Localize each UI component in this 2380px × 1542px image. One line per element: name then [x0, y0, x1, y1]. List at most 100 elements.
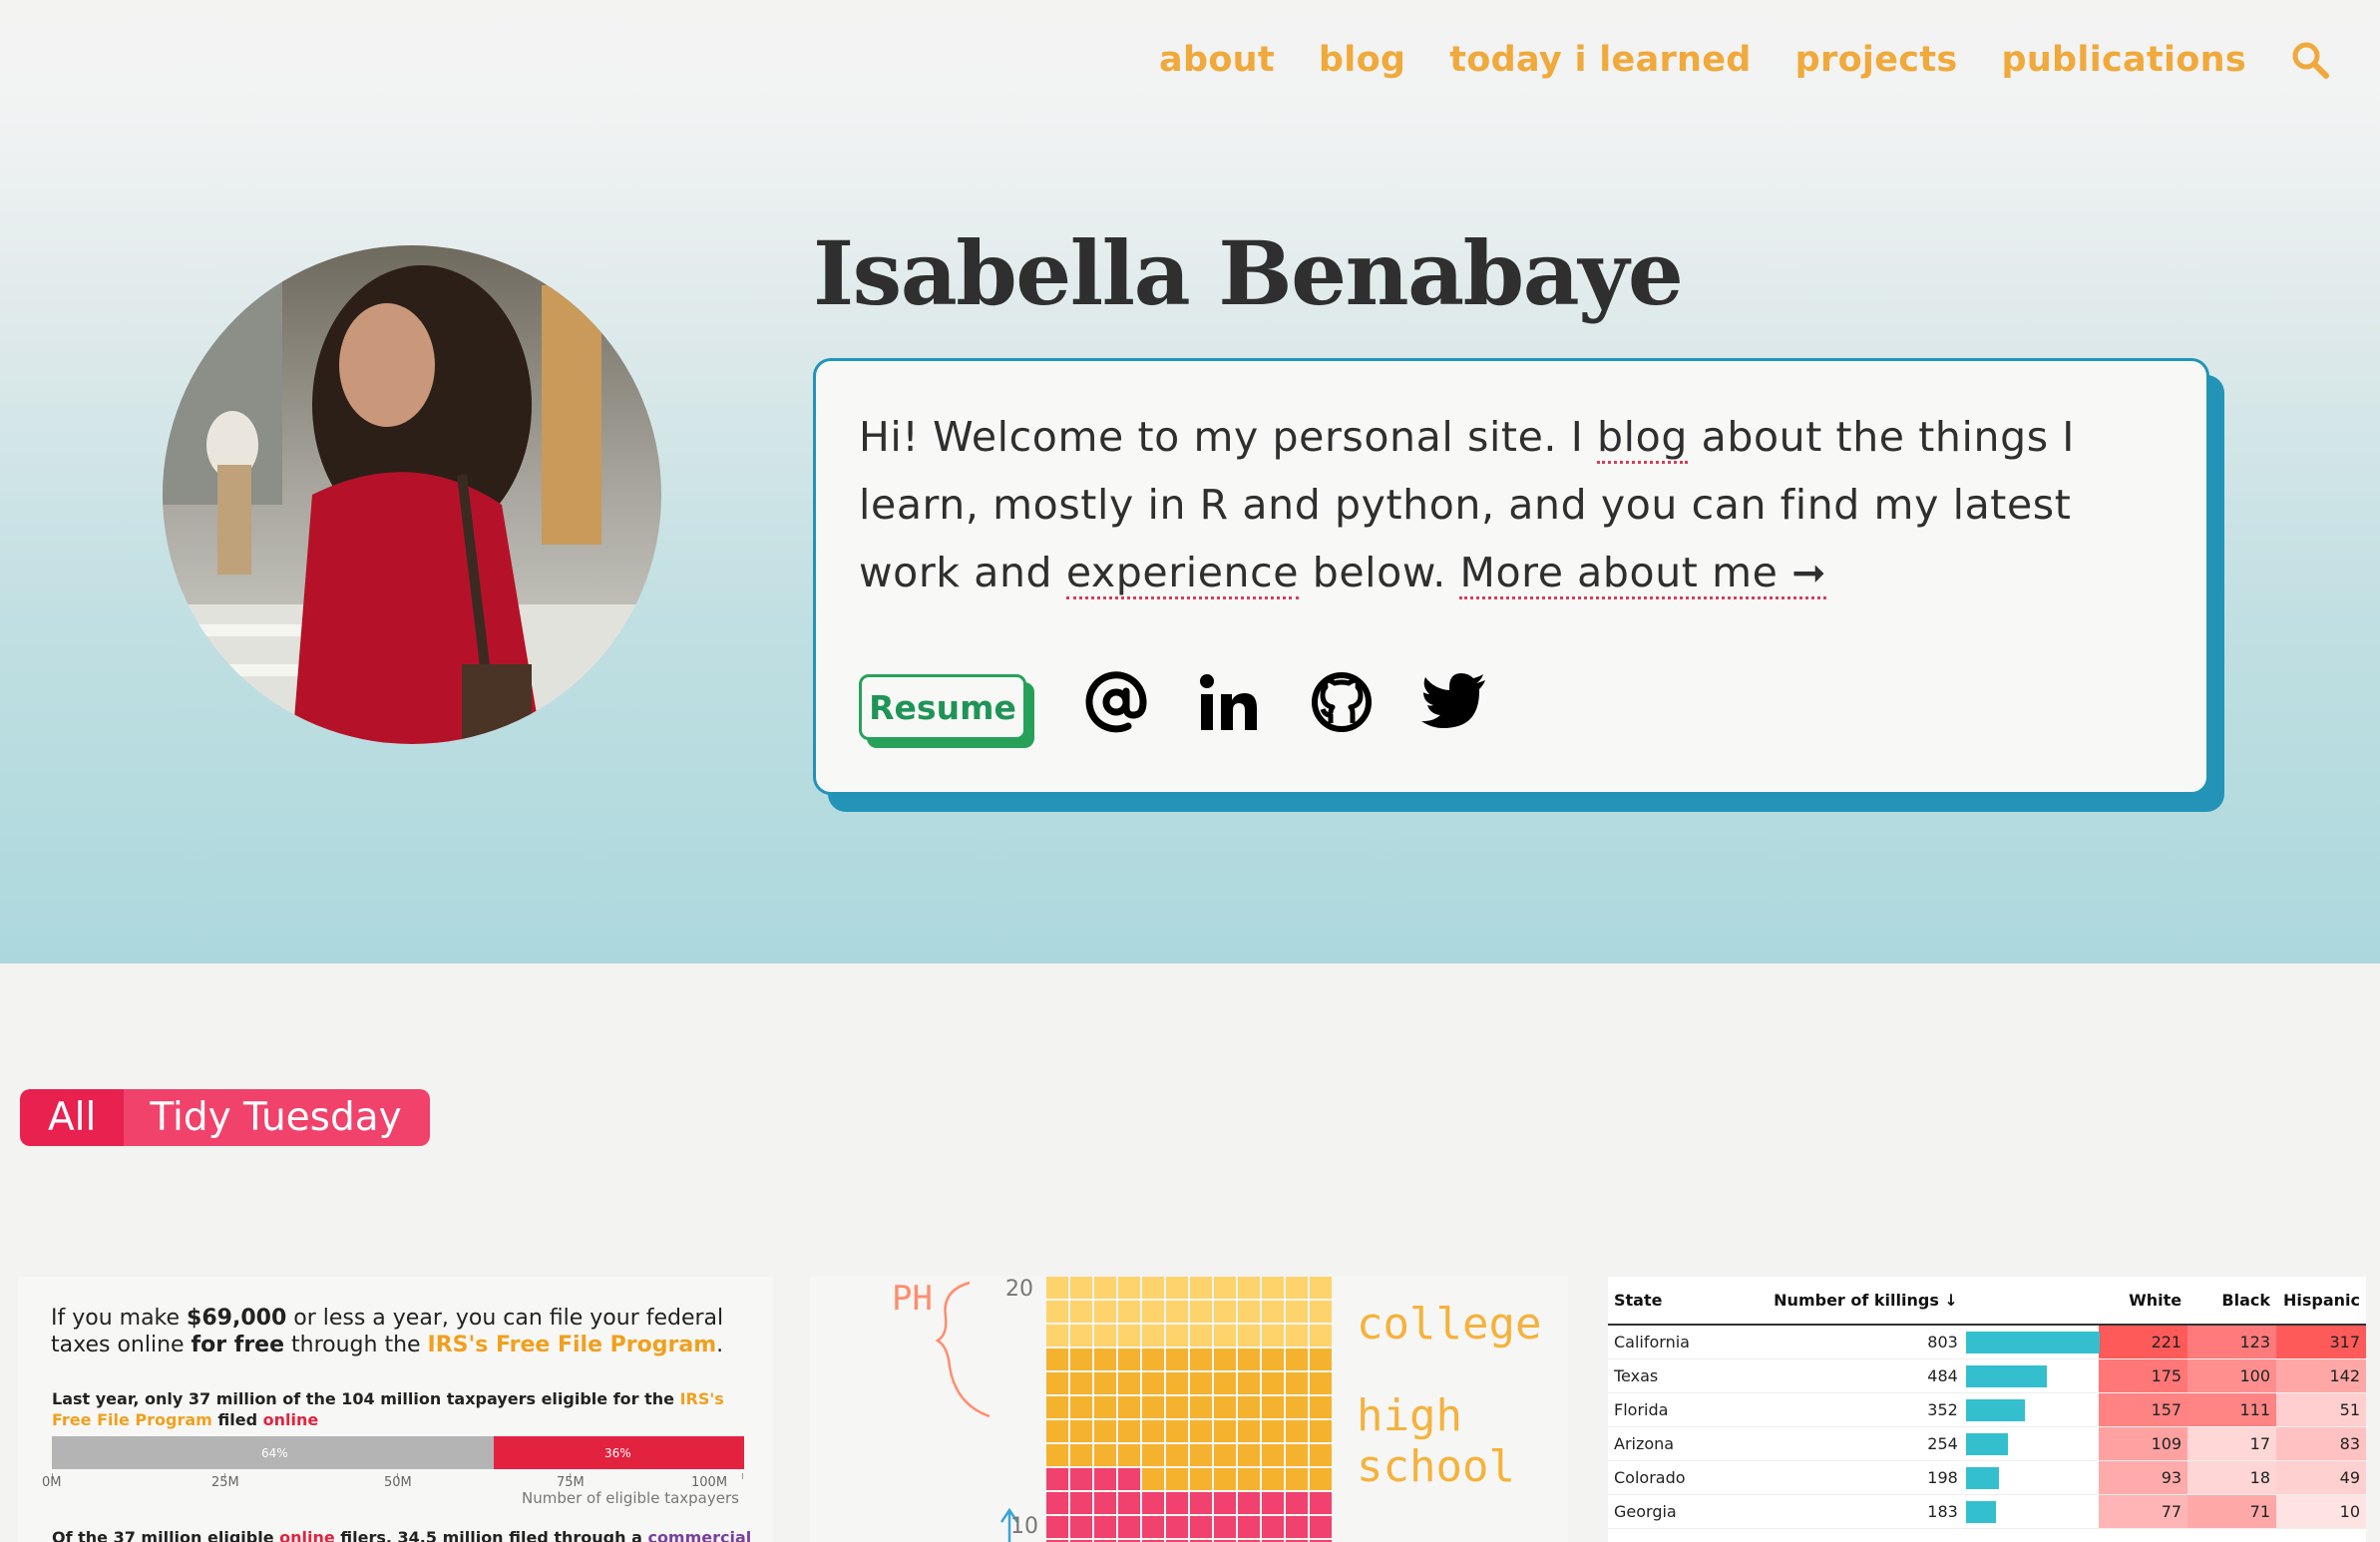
waffle-cell	[1094, 1420, 1116, 1442]
col-state: State	[1608, 1277, 1756, 1326]
waffle-cell	[1094, 1301, 1116, 1323]
waffle-cell	[1238, 1468, 1260, 1490]
waffle-cell	[1286, 1277, 1308, 1299]
waffle-cell	[1238, 1396, 1260, 1418]
cell-bar	[1963, 1392, 2100, 1427]
cell-black: 71	[2187, 1494, 2276, 1529]
more-about-me-link[interactable]: More about me ➞	[1459, 549, 1827, 599]
nav-about[interactable]: about	[1159, 40, 1275, 80]
waffle-cell	[1310, 1516, 1332, 1538]
cell-white: 157	[2099, 1392, 2188, 1427]
waffle-cell	[1310, 1420, 1332, 1442]
waffle-cell	[1166, 1325, 1188, 1347]
cell-state: Texas	[1608, 1358, 1756, 1393]
waffle-cell	[1046, 1301, 1068, 1323]
waffle-cell	[1118, 1420, 1140, 1442]
waffle-cell	[1142, 1420, 1164, 1442]
nav-projects[interactable]: projects	[1795, 40, 1958, 80]
project-filter-tabs: All Tidy Tuesday	[20, 1089, 430, 1146]
cell-black: 100	[2187, 1358, 2276, 1393]
waffle-cell	[1046, 1349, 1068, 1370]
waffle-cell	[1262, 1516, 1284, 1538]
waffle-cell	[1142, 1277, 1164, 1299]
nav-blog[interactable]: blog	[1319, 40, 1405, 80]
waffle-brace-icon	[935, 1281, 1019, 1542]
tax-tick-label: 25M	[211, 1475, 239, 1490]
waffle-cell	[1214, 1325, 1236, 1347]
waffle-cell	[1070, 1277, 1092, 1299]
waffle-cell	[1094, 1516, 1116, 1538]
waffle-cell	[1214, 1372, 1236, 1394]
twitter-icon[interactable]	[1418, 666, 1490, 738]
waffle-cell	[1118, 1372, 1140, 1394]
project-card-waffle-chart[interactable]: PH 20 10 college high school	[810, 1277, 1568, 1542]
table-row: Georgia 183 77 71 10	[1608, 1494, 2366, 1529]
waffle-cell	[1190, 1444, 1212, 1466]
waffle-cell	[1310, 1325, 1332, 1347]
waffle-cell	[1262, 1301, 1284, 1323]
cell-white: 221	[2099, 1325, 2188, 1359]
github-icon[interactable]	[1306, 666, 1378, 738]
waffle-cell	[1310, 1349, 1332, 1370]
project-card-tax-chart[interactable]: If you make $69,000 or less a year, you …	[18, 1277, 773, 1542]
top-nav: about blog today i learned projects publ…	[1159, 40, 2330, 80]
waffle-cell	[1214, 1301, 1236, 1323]
waffle-cell	[1190, 1396, 1212, 1418]
waffle-cell	[1214, 1277, 1236, 1299]
cell-number: 484	[1755, 1358, 1964, 1393]
tax-tick-label: 75M	[557, 1475, 585, 1490]
experience-link[interactable]: experience	[1065, 549, 1300, 599]
tax-subheadline: Last year, only 37 million of the 104 mi…	[52, 1389, 724, 1429]
project-card-killings-table[interactable]: State Number of killings ↓ White Black H…	[1608, 1277, 2366, 1542]
waffle-y-label-mid: 10	[1010, 1514, 1038, 1539]
blog-link[interactable]: blog	[1597, 413, 1688, 464]
cell-hispanic: 51	[2276, 1392, 2366, 1427]
waffle-cell	[1286, 1372, 1308, 1394]
filter-all-tab[interactable]: All	[20, 1089, 125, 1146]
waffle-cell	[1094, 1325, 1116, 1347]
nav-publications[interactable]: publications	[2001, 40, 2246, 80]
waffle-cell	[1046, 1444, 1068, 1466]
waffle-cell	[1214, 1420, 1236, 1442]
waffle-cell	[1286, 1325, 1308, 1347]
waffle-cell	[1094, 1372, 1116, 1394]
cell-hispanic: 83	[2276, 1426, 2366, 1461]
waffle-cell	[1214, 1492, 1236, 1514]
waffle-cell	[1070, 1349, 1092, 1370]
search-icon[interactable]	[2290, 40, 2330, 80]
waffle-cell	[1190, 1277, 1212, 1299]
email-at-icon[interactable]	[1080, 666, 1152, 738]
cell-bar	[1963, 1325, 2100, 1359]
cell-white: 93	[2099, 1460, 2188, 1495]
waffle-cell	[1046, 1492, 1068, 1514]
waffle-cell	[1142, 1372, 1164, 1394]
waffle-cell	[1262, 1444, 1284, 1466]
col-number: Number of killings ↓	[1755, 1277, 1964, 1326]
cell-white: 109	[2099, 1426, 2188, 1461]
waffle-cell	[1118, 1277, 1140, 1299]
linkedin-icon[interactable]	[1193, 666, 1265, 738]
waffle-cell	[1070, 1301, 1092, 1323]
waffle-cell	[1286, 1516, 1308, 1538]
waffle-cell	[1214, 1468, 1236, 1490]
waffle-cell	[1310, 1468, 1332, 1490]
waffle-cell	[1190, 1468, 1212, 1490]
waffle-cell	[1262, 1420, 1284, 1442]
filter-tidy-tuesday-tab[interactable]: Tidy Tuesday	[124, 1089, 430, 1146]
waffle-cell	[1262, 1396, 1284, 1418]
waffle-cell	[1142, 1325, 1164, 1347]
resume-button[interactable]: Resume	[859, 674, 1026, 740]
killings-table: State Number of killings ↓ White Black H…	[1608, 1277, 2366, 1529]
waffle-cell	[1214, 1516, 1236, 1538]
nav-today-i-learned[interactable]: today i learned	[1449, 40, 1751, 80]
waffle-cell	[1118, 1516, 1140, 1538]
tax-tick	[742, 1473, 743, 1479]
killings-bar	[1965, 1332, 2100, 1353]
waffle-cell	[1046, 1468, 1068, 1490]
cell-number: 803	[1755, 1325, 1964, 1359]
cell-number: 198	[1755, 1460, 1964, 1495]
cell-hispanic: 317	[2276, 1325, 2366, 1359]
waffle-cell	[1094, 1396, 1116, 1418]
waffle-cell	[1166, 1420, 1188, 1442]
waffle-cell	[1262, 1277, 1284, 1299]
